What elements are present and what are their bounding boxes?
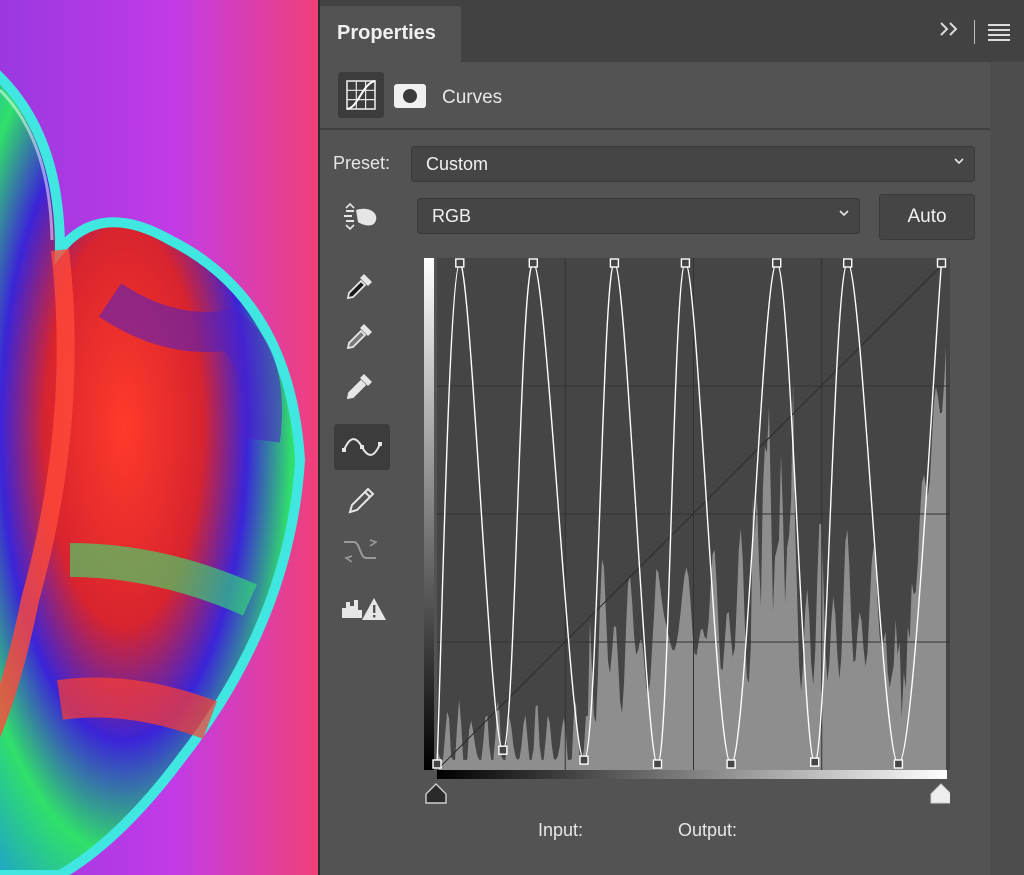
curve-control-point[interactable]: [609, 258, 620, 268]
canvas-artwork: [0, 0, 318, 875]
smooth-curve-icon[interactable]: [338, 528, 384, 574]
curve-control-point[interactable]: [772, 258, 782, 268]
panel-scrollbar[interactable]: [990, 62, 1024, 875]
input-gradient-bar: [437, 770, 947, 779]
output-label: Output:: [678, 820, 738, 840]
curve-control-point[interactable]: [810, 757, 820, 767]
channel-value: RGB: [432, 206, 472, 226]
curve-control-point[interactable]: [652, 759, 663, 769]
gray-point-eyedropper-icon[interactable]: [338, 312, 384, 358]
hamburger-menu-icon[interactable]: [988, 24, 1010, 41]
white-point-slider[interactable]: [930, 783, 950, 804]
adjustment-header: Curves: [320, 62, 1024, 130]
curves-graph[interactable]: [424, 258, 950, 804]
curve-control-point[interactable]: [432, 759, 442, 769]
preset-value: Custom: [426, 154, 489, 174]
channel-dropdown[interactable]: RGB: [417, 198, 860, 234]
curve-points-icon[interactable]: [334, 424, 390, 470]
curves-adjustment-icon[interactable]: [338, 72, 384, 118]
curve-control-point[interactable]: [843, 258, 853, 268]
black-point-eyedropper-icon[interactable]: [338, 262, 384, 308]
curve-control-point[interactable]: [893, 759, 904, 769]
tab-properties-label: Properties: [337, 22, 436, 44]
preset-label: Preset:: [333, 153, 391, 173]
tab-properties[interactable]: Properties: [320, 6, 461, 62]
on-image-adjust-icon[interactable]: [338, 196, 384, 242]
adjustment-type-label: Curves: [442, 87, 503, 108]
output-gradient-bar: [424, 258, 434, 770]
pencil-draw-icon[interactable]: [338, 478, 384, 524]
black-point-slider[interactable]: [425, 783, 447, 804]
properties-panel: Properties Curves Preset: Custom RGB Aut…: [320, 0, 1024, 875]
layer-mask-icon[interactable]: [394, 84, 426, 108]
preset-dropdown[interactable]: Custom: [411, 146, 975, 182]
chevron-down-icon: [954, 158, 964, 165]
curve-control-point[interactable]: [579, 755, 589, 765]
chevron-down-icon: [839, 210, 849, 217]
tab-bar-separator: [974, 20, 975, 44]
auto-button[interactable]: Auto: [879, 194, 975, 240]
white-point-eyedropper-icon[interactable]: [338, 362, 384, 408]
curve-control-point[interactable]: [528, 258, 539, 268]
curve-control-point[interactable]: [726, 759, 736, 769]
curve-control-point[interactable]: [936, 258, 947, 268]
double-chevron-right-icon[interactable]: [938, 20, 962, 43]
clipping-warning-icon[interactable]: [338, 586, 388, 632]
panel-tab-bar: Properties: [320, 0, 1024, 62]
curve-control-point[interactable]: [680, 258, 691, 268]
image-canvas[interactable]: [0, 0, 318, 875]
curve-control-point[interactable]: [498, 745, 508, 755]
curve-control-point[interactable]: [455, 258, 465, 268]
input-label: Input:: [538, 820, 584, 840]
